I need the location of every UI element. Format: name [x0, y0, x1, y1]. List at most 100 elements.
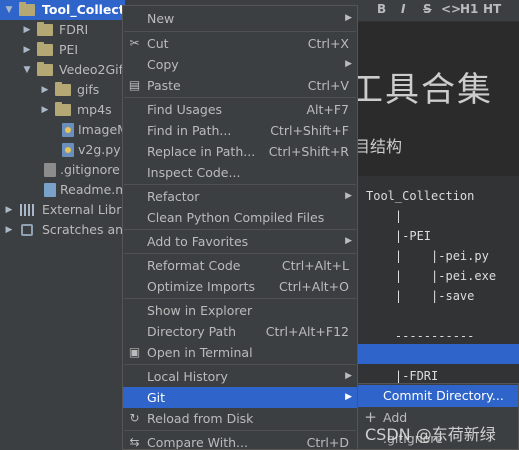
menu-separator	[124, 430, 356, 431]
tree-item-v2g-py[interactable]: v2g.py	[0, 140, 125, 160]
menu-item-label: Refactor	[147, 189, 200, 204]
menu-item-inspect-code[interactable]: Inspect Code...	[123, 162, 357, 183]
tree-item-vedeo2gif[interactable]: ▼ Vedeo2Gif	[0, 60, 125, 80]
menu-item-commit-directory[interactable]: Commit Directory...	[358, 385, 518, 407]
menu-separator	[124, 298, 356, 299]
menu-item-compare-with[interactable]: ⇆ Compare With... Ctrl+D	[123, 432, 357, 450]
code-line: | |-save	[366, 289, 475, 303]
menu-item-clean-python-compiled[interactable]: Clean Python Compiled Files	[123, 207, 357, 228]
menu-item-label: Add to Favorites	[147, 234, 249, 249]
code-line: |	[366, 209, 403, 223]
tree-item-fdri[interactable]: ▶ FDRI	[0, 20, 125, 40]
menu-item-shortcut: Ctrl+V	[307, 78, 349, 93]
chevron-right-icon[interactable]: ▶	[40, 100, 50, 120]
code-line: |-PEI	[366, 229, 432, 243]
tree-item-mp4s[interactable]: ▶ mp4s	[0, 100, 125, 120]
menu-item-reload-from-disk[interactable]: ↻ Reload from Disk	[123, 408, 357, 429]
menu-item-find-usages[interactable]: Find Usages Alt+F7	[123, 99, 357, 120]
scratches-icon	[21, 224, 33, 236]
tree-item-label: ImageM	[78, 122, 125, 137]
folder-icon	[37, 42, 53, 56]
menu-item-copy[interactable]: Copy ▶	[123, 54, 357, 75]
folder-icon	[19, 2, 35, 16]
menu-item-directory-path[interactable]: Directory Path Ctrl+Alt+F12	[123, 321, 357, 342]
menu-item-label: Clean Python Compiled Files	[147, 210, 325, 225]
tree-item-label: v2g.py	[78, 142, 121, 157]
menu-item-label: New	[147, 11, 175, 26]
compare-icon: ⇆	[129, 435, 140, 449]
menu-item-replace-in-path[interactable]: Replace in Path... Ctrl+Shift+R	[123, 141, 357, 162]
terminal-icon: ▣	[128, 345, 141, 359]
menu-item-optimize-imports[interactable]: Optimize Imports Ctrl+Alt+O	[123, 276, 357, 297]
menu-item-label: Compare With...	[147, 435, 248, 450]
menu-separator	[124, 364, 356, 365]
markdown-file-icon	[44, 183, 56, 197]
menu-item-reformat-code[interactable]: Reformat Code Ctrl+Alt+L	[123, 255, 357, 276]
chevron-down-icon[interactable]: ▼	[22, 60, 32, 80]
tree-item-label: PEI	[59, 42, 79, 57]
strikethrough-button[interactable]: S	[423, 2, 432, 16]
tree-item-label: gifs	[77, 82, 100, 97]
tree-item-pei[interactable]: ▶ PEI	[0, 40, 125, 60]
tree-item-gitignore[interactable]: .gitignore	[0, 160, 125, 180]
chevron-right-icon[interactable]: ▶	[22, 40, 32, 60]
code-button[interactable]: <>	[441, 2, 461, 16]
menu-item-shortcut: Ctrl+Alt+L	[281, 258, 349, 273]
menu-item-show-in-explorer[interactable]: Show in Explorer	[123, 300, 357, 321]
code-line: Tool_Collection	[366, 189, 475, 203]
page-heading: 工具合集	[349, 70, 493, 110]
menu-item-shortcut: Ctrl+Alt+F12	[265, 324, 349, 339]
menu-item-new[interactable]: New ▶	[123, 8, 357, 29]
menu-item-shortcut: Ctrl+Shift+F	[270, 123, 349, 138]
submenu-arrow-icon: ▶	[345, 13, 352, 23]
tree-item-label: FDRI	[59, 22, 89, 37]
submenu-arrow-icon: ▶	[345, 191, 352, 201]
chevron-right-icon[interactable]: ▶	[4, 200, 14, 220]
tree-item-gifs[interactable]: ▶ gifs	[0, 80, 125, 100]
tree-item-imagem[interactable]: ImageM	[0, 120, 125, 140]
chevron-down-icon[interactable]: ▼	[4, 0, 14, 20]
folder-icon	[55, 82, 71, 96]
submenu-arrow-icon: ▶	[345, 371, 352, 381]
tree-item-readme[interactable]: Readme.m	[0, 180, 125, 200]
code-line: | |-pei.py	[366, 249, 489, 263]
submenu-arrow-icon: ▶	[345, 392, 352, 402]
menu-separator	[124, 97, 356, 98]
tree-item-tool-collection[interactable]: ▼ Tool_Collectio	[0, 0, 125, 20]
menu-separator	[124, 184, 356, 185]
tree-item-label: Vedeo2Gif	[59, 62, 124, 77]
tree-item-external-libraries[interactable]: ▶ External Libra	[0, 200, 125, 220]
menu-item-find-in-path[interactable]: Find in Path... Ctrl+Shift+F	[123, 120, 357, 141]
menu-item-label: Replace in Path...	[147, 144, 256, 159]
tree-item-label: mp4s	[77, 102, 112, 117]
paste-icon: ▤	[128, 78, 141, 92]
menu-item-shortcut: Alt+F7	[306, 102, 349, 117]
code-line-selection	[358, 344, 519, 364]
chevron-right-icon[interactable]: ▶	[40, 80, 50, 100]
menu-item-label: Optimize Imports	[147, 279, 256, 294]
gitignore-file-icon	[44, 163, 56, 177]
chevron-right-icon[interactable]: ▶	[4, 220, 14, 240]
tree-item-scratches[interactable]: ▶ Scratches and	[0, 220, 125, 240]
bold-button[interactable]: B	[377, 2, 386, 16]
menu-item-local-history[interactable]: Local History ▶	[123, 366, 357, 387]
menu-item-open-in-terminal[interactable]: ▣ Open in Terminal	[123, 342, 357, 363]
menu-item-git[interactable]: Git ▶	[123, 387, 357, 408]
menu-item-label: Git	[147, 390, 166, 405]
project-tree-panel: ▼ Tool_Collectio ▶ FDRI ▶ PEI ▼ Vedeo2Gi…	[0, 0, 125, 450]
heading-1-button[interactable]: H1	[460, 2, 478, 16]
submenu-arrow-icon: ▶	[345, 236, 352, 246]
chevron-right-icon[interactable]: ▶	[22, 20, 32, 40]
menu-item-shortcut: Ctrl+Alt+O	[279, 279, 349, 294]
tree-item-label: Tool_Collectio	[42, 2, 125, 17]
menu-item-shortcut: Ctrl+Shift+R	[268, 144, 349, 159]
menu-item-add-to-favorites[interactable]: Add to Favorites ▶	[123, 231, 357, 252]
menu-item-paste[interactable]: ▤ Paste Ctrl+V	[123, 75, 357, 96]
tree-item-label: Scratches and	[42, 222, 125, 237]
menu-separator	[124, 229, 356, 230]
menu-item-cut[interactable]: ✂ Cut Ctrl+X	[123, 33, 357, 54]
header-toggle-button[interactable]: HT	[483, 2, 501, 16]
menu-item-refactor[interactable]: Refactor ▶	[123, 186, 357, 207]
context-menu: New ▶ ✂ Cut Ctrl+X Copy ▶ ▤ Paste Ctrl+V…	[122, 5, 358, 450]
italic-button[interactable]: I	[401, 2, 405, 16]
